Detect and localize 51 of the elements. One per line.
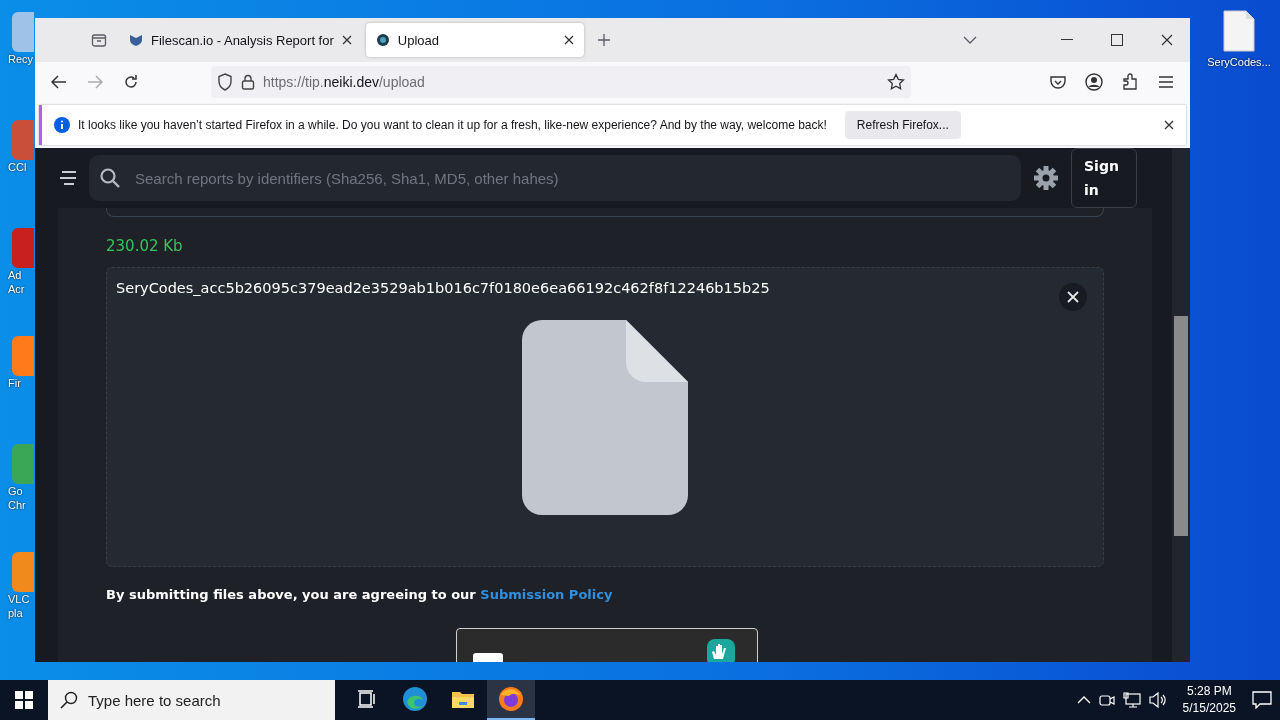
desktop-icon-label: Ad Acr <box>7 268 26 296</box>
refresh-firefox-button[interactable]: Refresh Firefox... <box>844 111 961 139</box>
desktop-icon-label: SeryCodes... <box>1207 56 1271 68</box>
folder-icon <box>451 689 475 709</box>
firefox-icon <box>498 686 524 712</box>
close-icon[interactable] <box>1164 120 1174 130</box>
close-icon[interactable] <box>341 35 352 45</box>
task-view-icon <box>357 690 377 708</box>
captcha-widget[interactable] <box>456 628 758 662</box>
notification-message: It looks like you haven’t started Firefox in a while. Do you want to clean it up for a fresh, like-new experience? And by the way, welcome back! <box>78 118 827 132</box>
clock-time[interactable]: 5:28 PM <box>1186 683 1232 700</box>
submission-policy-link[interactable]: Submission Policy <box>480 587 613 602</box>
file-icon[interactable] <box>1223 10 1255 52</box>
shield-logo-icon <box>129 34 143 46</box>
file-dropzone[interactable]: SeryCodes_acc5b26095c379ead2e3529ab1b016c7f0180e6ea66192c462f8f12246b15b25 <box>106 267 1104 567</box>
browser-tab[interactable]: Filescan.io - Analysis Report for <box>119 23 362 57</box>
network-icon[interactable] <box>1122 692 1141 708</box>
settings-icon[interactable] <box>1033 165 1059 191</box>
shield-icon[interactable] <box>217 73 233 91</box>
remove-file-button[interactable] <box>1059 283 1087 311</box>
lock-icon[interactable] <box>241 74 255 90</box>
notification-icon[interactable] <box>1252 691 1272 709</box>
menu-icon[interactable] <box>59 171 77 185</box>
close-icon <box>1067 291 1079 303</box>
taskbar-app-button[interactable] <box>487 680 535 720</box>
volume-icon[interactable] <box>1148 692 1167 708</box>
file-icon <box>522 320 688 515</box>
clock-date[interactable]: 5/15/2025 <box>1182 700 1236 717</box>
scrollbar-thumb[interactable] <box>1174 316 1188 536</box>
close-icon[interactable] <box>563 35 574 45</box>
browser-tab[interactable]: Upload <box>365 23 584 57</box>
search-icon <box>99 167 121 189</box>
info-icon <box>54 117 70 133</box>
search-field[interactable]: Search reports by identifiers (Sha256, Sha1, MD5, other hahes) <box>89 155 1021 201</box>
desktop-icon-label: VLC pla <box>7 592 31 620</box>
desktop-icon-label: Go Chr <box>7 484 27 512</box>
site-logo-icon <box>375 33 390 47</box>
edge-browser-icon <box>402 686 428 712</box>
desktop-icon-label: Recy <box>7 52 35 66</box>
file-name: SeryCodes_acc5b26095c379ead2e3529ab1b016c7f0180e6ea66192c462f8f12246b15b25 <box>115 279 771 296</box>
hand-logo-icon <box>705 637 737 662</box>
taskbar-search-field[interactable]: Type here to search <box>48 680 335 720</box>
file-size: 230.02 Kb <box>106 237 184 255</box>
desktop-icon-label: Fir <box>7 376 22 390</box>
desktop-icon-label: CCl <box>7 160 28 174</box>
chevron-up-icon[interactable] <box>1076 696 1091 704</box>
submission-agreement: By submitting files above, you are agreeing to our Submission Policy <box>106 587 614 602</box>
star-icon[interactable] <box>887 73 905 91</box>
search-icon <box>60 691 78 709</box>
sign-in-button[interactable]: Sign in <box>1071 148 1137 208</box>
camera-icon[interactable] <box>1098 692 1115 708</box>
